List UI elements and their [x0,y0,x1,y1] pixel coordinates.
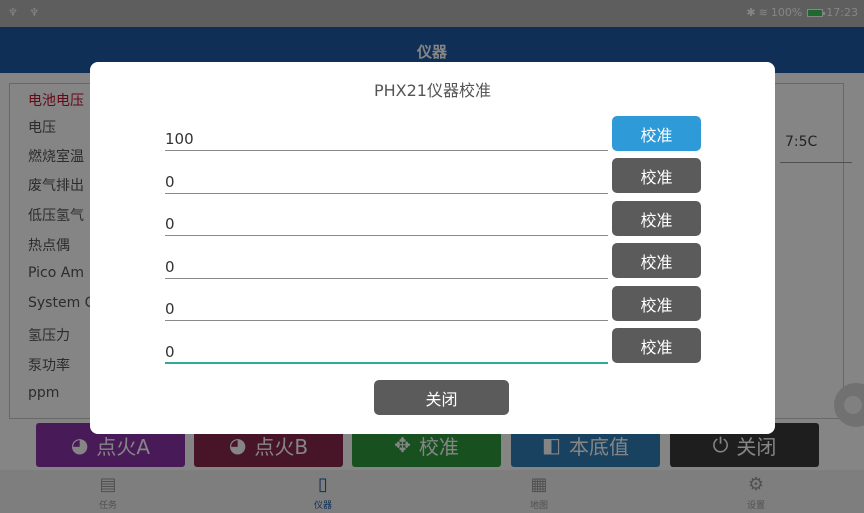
calibration-field [165,201,608,236]
calibration-input[interactable] [165,201,608,235]
calibrate-button[interactable]: 校准 [612,116,701,151]
calibrate-button[interactable]: 校准 [612,328,701,363]
calibration-field [165,244,608,279]
close-dialog-button[interactable]: 关闭 [374,380,509,415]
calibrate-button[interactable]: 校准 [612,201,701,236]
calibration-field [165,159,608,194]
calibrate-button[interactable]: 校准 [612,286,701,321]
calibration-input[interactable] [165,159,608,193]
calibration-input[interactable] [165,116,608,150]
dialog-title: PHX21仪器校准 [373,81,491,100]
calibrate-button[interactable]: 校准 [612,243,701,278]
calibration-field [165,116,608,151]
calibration-dialog: PHX21仪器校准 校准 校准 校准 校准 校准 校准 关闭 [90,62,775,434]
calibration-input[interactable] [165,329,608,362]
calibration-input[interactable] [165,286,608,320]
calibrate-button[interactable]: 校准 [612,158,701,193]
calibration-input[interactable] [165,244,608,278]
calibration-field [165,286,608,321]
calibration-field [165,329,608,364]
